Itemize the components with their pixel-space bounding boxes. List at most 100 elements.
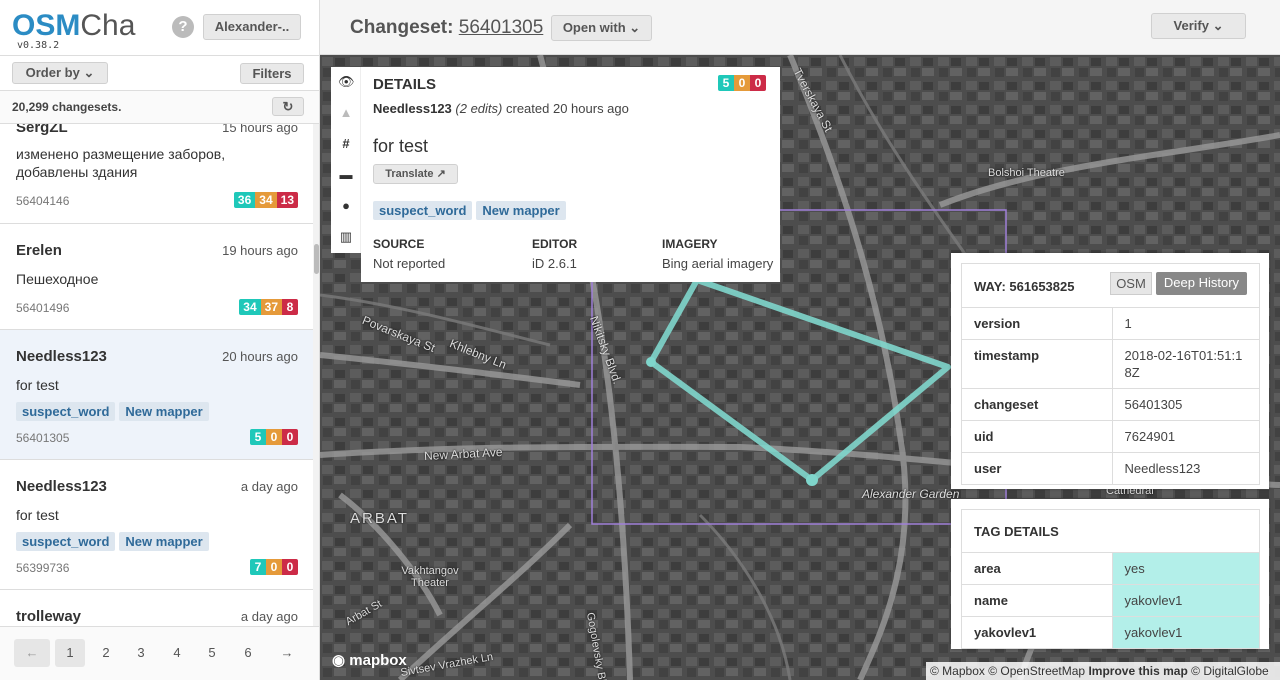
chevron-down-icon: ⌄ — [629, 20, 641, 35]
imagery-meta: IMAGERY Bing aerial imagery — [662, 237, 773, 271]
create-count: 5 — [718, 75, 734, 91]
attribution-imagery[interactable]: © DigitalGlobe — [1191, 664, 1269, 678]
details-user[interactable]: Needless123 — [373, 101, 452, 116]
list-item-active[interactable]: Needless123 20 hours ago for test suspec… — [0, 330, 313, 460]
improve-map-link[interactable]: Improve this map — [1088, 664, 1187, 678]
mapbox-logo[interactable]: ◉ mapbox — [332, 651, 407, 669]
list-item[interactable]: SergZL 15 hours ago изменено размещение … — [0, 124, 313, 224]
tag-details-table: area yes name yakovlev1 yakovlev1 yakovlev1 — [962, 553, 1259, 648]
translate-label: Translate — [385, 168, 434, 180]
brand-cha: Cha — [80, 9, 136, 42]
page-button-5[interactable]: 5 — [197, 639, 227, 667]
osm-link-button[interactable]: OSM — [1110, 272, 1152, 295]
changeset-comment: for test — [16, 507, 59, 523]
verify-button[interactable]: Verify ⌄ — [1151, 13, 1246, 39]
changeset-link[interactable]: 56401305 — [459, 17, 544, 38]
list-item[interactable]: Needless123 a day ago for test suspect_w… — [0, 460, 313, 590]
prev-page-button[interactable]: ← — [14, 639, 50, 667]
map-icon[interactable]: ▥ — [338, 229, 354, 245]
comment-icon[interactable]: ▬ — [338, 167, 354, 183]
tag-details-header: TAG DETAILS — [962, 510, 1259, 553]
create-count: 7 — [250, 559, 266, 575]
changeset-tags: suspect_word New mapper — [16, 532, 213, 551]
changeset-user: trolleway — [16, 608, 82, 625]
details-title: DETAILS — [373, 76, 437, 93]
list-item[interactable]: Erelen 19 hours ago Пешеходное 56401496 … — [0, 224, 313, 330]
table-row: changeset 56401305 — [962, 388, 1259, 421]
editor-value: iD 2.6.1 — [532, 256, 577, 271]
translate-button[interactable]: Translate ↗ — [373, 164, 458, 184]
brand-osm: OSM — [12, 9, 81, 42]
open-with-label: Open with — [562, 20, 626, 35]
user-icon[interactable]: ● — [338, 198, 354, 214]
table-row: user Needless123 — [962, 452, 1259, 484]
prop-value: 56401305 — [1112, 388, 1259, 421]
deep-history-button[interactable]: Deep History — [1156, 272, 1247, 295]
refresh-icon: ↻ — [282, 99, 294, 114]
attribution-copyright[interactable]: © Mapbox © OpenStreetMap — [930, 664, 1085, 678]
poi-label: Bolshoi Theatre — [988, 167, 1065, 179]
tag-key: area — [962, 553, 1113, 585]
brand-logo[interactable]: OSMCha — [12, 9, 135, 43]
open-with-button[interactable]: Open with ⌄ — [551, 15, 652, 41]
prop-key: changeset — [962, 388, 1113, 421]
page-button-1[interactable]: 1 — [55, 639, 85, 667]
tag-table-wrapper: TAG DETAILS area yes name yakovlev1 yakovl… — [961, 509, 1260, 649]
changeset-header: Changeset: 56401305 Open with ⌄ Verify ⌄ — [320, 0, 1280, 55]
delete-count: 0 — [750, 75, 766, 91]
help-button[interactable]: ? — [172, 16, 194, 38]
filters-button[interactable]: Filters — [240, 63, 304, 84]
delete-count: 8 — [282, 299, 298, 315]
list-scrollbar[interactable] — [313, 124, 319, 626]
changeset-id: 56404146 — [16, 194, 70, 208]
user-menu-button[interactable]: Alexander-.. — [203, 14, 301, 40]
editor-label: EDITOR — [532, 237, 578, 251]
changeset-user: Erelen — [16, 242, 62, 259]
hashtag-icon[interactable]: # — [338, 136, 354, 152]
prop-value: 1 — [1124, 316, 1132, 331]
changeset-count-bar: 20,299 changesets. ↻ — [0, 91, 319, 124]
eye-icon[interactable]: 👁 — [338, 74, 355, 90]
page-button-4[interactable]: 4 — [162, 639, 192, 667]
list-item[interactable]: trolleway a day ago — [0, 590, 313, 626]
map-attribution: © Mapbox © OpenStreetMap Improve this ma… — [926, 662, 1280, 680]
page-button-3[interactable]: 3 — [126, 639, 156, 667]
source-value: Not reported — [373, 256, 446, 271]
tag-key: yakovlev1 — [962, 616, 1113, 648]
page-button-6[interactable]: 6 — [233, 639, 263, 667]
page-button-2[interactable]: 2 — [91, 639, 121, 667]
table-row: uid 7624901 — [962, 420, 1259, 453]
way-node[interactable] — [646, 357, 656, 367]
tag-key: name — [962, 584, 1113, 617]
prop-value[interactable]: Needless123 — [1112, 452, 1259, 484]
external-link-icon: ↗ — [436, 168, 446, 180]
order-by-button[interactable]: Order by ⌄ — [12, 62, 108, 84]
verify-label: Verify — [1173, 18, 1209, 33]
tag-details-title: TAG DETAILS — [974, 524, 1059, 539]
change-counts: 34 37 8 — [239, 299, 298, 315]
details-edits: (2 edits) — [455, 101, 503, 116]
scrollbar-thumb[interactable] — [314, 244, 319, 274]
change-counts: 500 — [250, 429, 298, 445]
tag-chip: New mapper — [119, 402, 209, 421]
tag-value: yakovlev1 — [1112, 616, 1259, 648]
changeset-time: 20 hours ago — [222, 349, 298, 364]
pagination: ← 1 2 3 4 5 6 → — [0, 626, 319, 680]
delete-count: 0 — [282, 429, 298, 445]
tag-value: yes — [1112, 553, 1259, 585]
create-count: 5 — [250, 429, 266, 445]
changeset-id: 56399736 — [16, 561, 70, 575]
prop-key: version — [962, 308, 1113, 340]
details-tags: suspect_word New mapper — [373, 201, 570, 220]
refresh-button[interactable]: ↻ — [272, 97, 304, 116]
changeset-time: a day ago — [240, 479, 298, 494]
title-prefix: Changeset: — [350, 17, 454, 38]
way-node[interactable] — [806, 474, 818, 486]
changeset-time: 19 hours ago — [222, 243, 298, 258]
tag-chip: New mapper — [119, 532, 209, 551]
details-byline: Needless123 (2 edits) created 20 hours a… — [373, 101, 629, 116]
prop-key: timestamp — [962, 339, 1113, 389]
next-page-button[interactable]: → — [272, 639, 302, 667]
changeset-comment: for test — [16, 377, 59, 393]
warning-icon[interactable]: ▲ — [338, 105, 354, 121]
